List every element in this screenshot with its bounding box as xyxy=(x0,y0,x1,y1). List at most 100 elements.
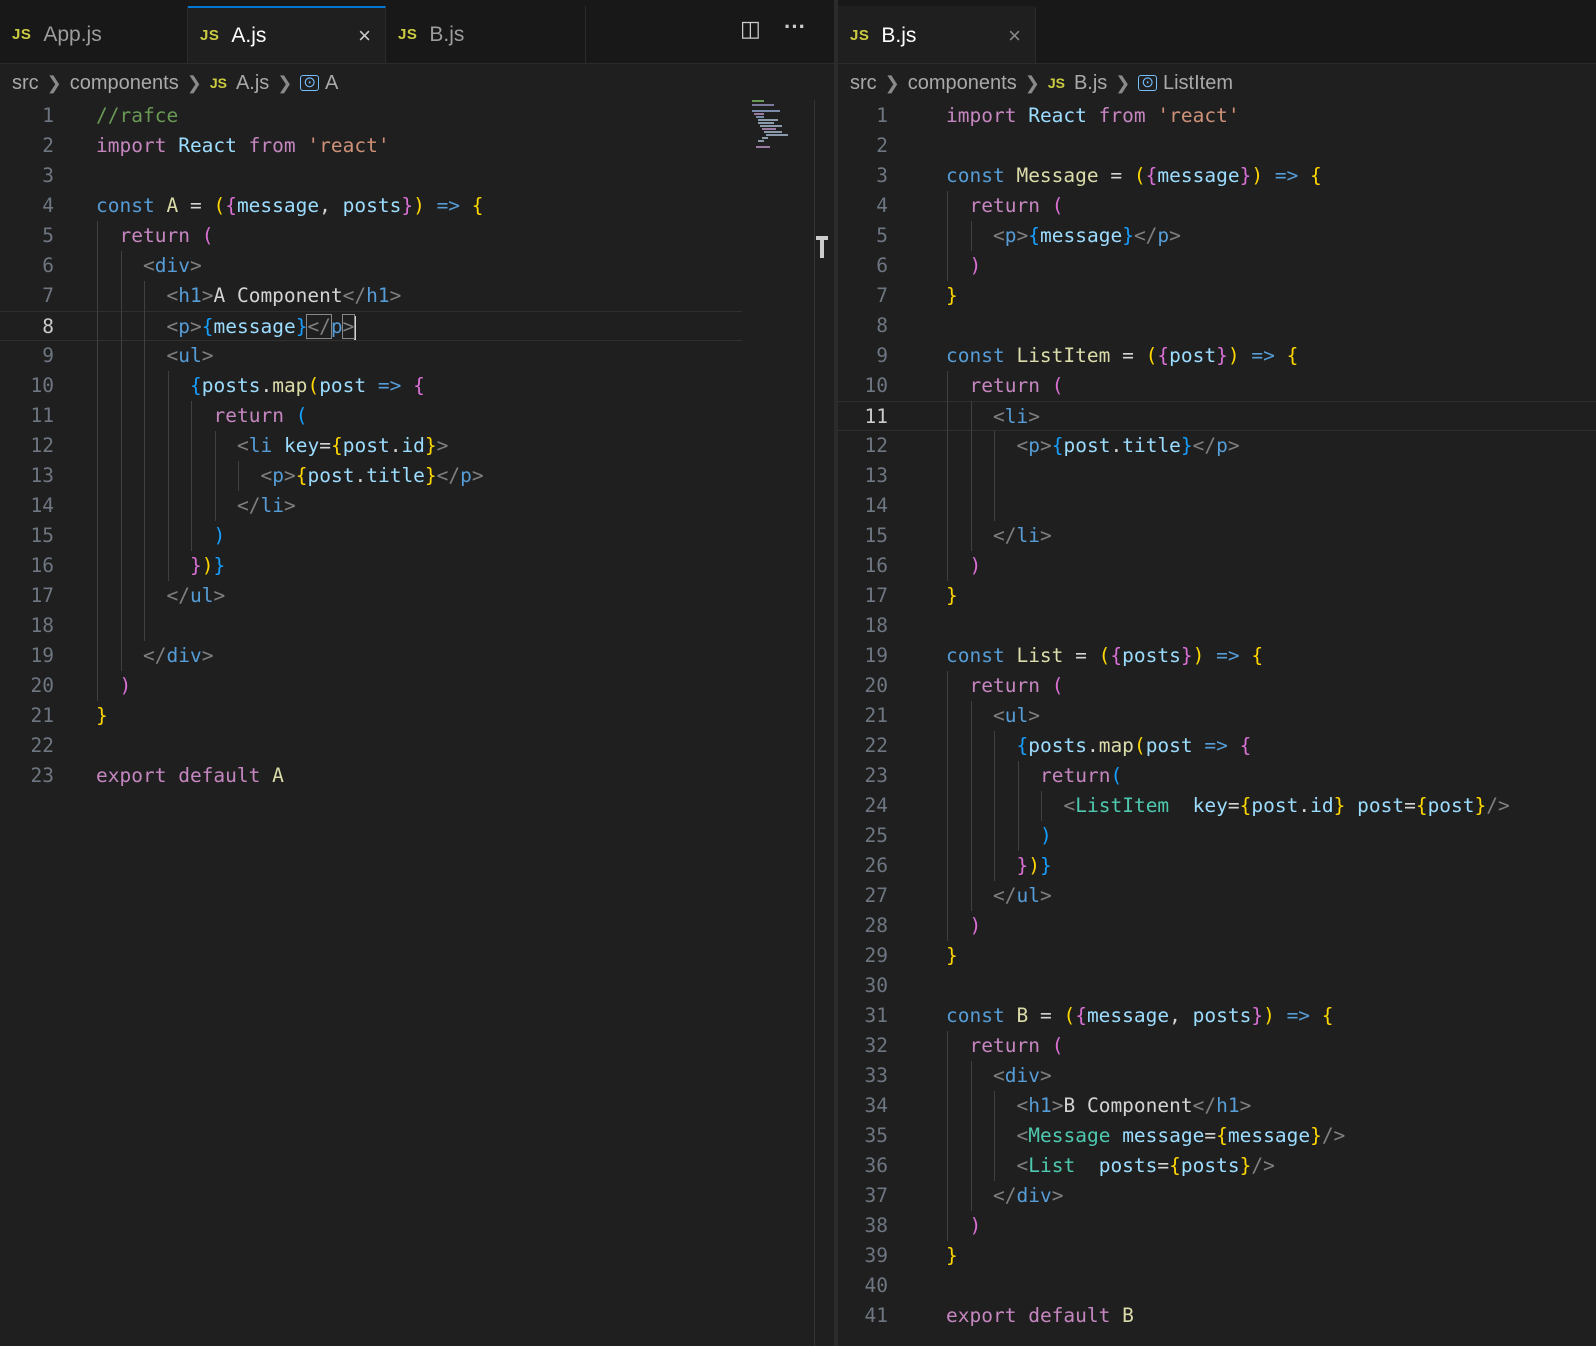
code-token: 'react' xyxy=(307,134,390,157)
code-line[interactable]: 36 <List posts={posts}/> xyxy=(838,1151,1596,1181)
code-line[interactable]: 27 </ul> xyxy=(838,881,1596,911)
code-line[interactable]: 40 xyxy=(838,1271,1596,1301)
code-line[interactable]: 33 <div> xyxy=(838,1061,1596,1091)
code-line[interactable]: 1 import React from 'react' xyxy=(838,101,1596,131)
code-line[interactable]: 14 </li> xyxy=(0,491,834,521)
code-line[interactable]: 4 const A = ({message, posts}) => { xyxy=(0,191,834,221)
code-line[interactable]: 32 return ( xyxy=(838,1031,1596,1061)
code-line[interactable]: 2 import React from 'react' xyxy=(0,131,834,161)
code-line[interactable]: 15 </li> xyxy=(838,521,1596,551)
code-line[interactable]: 41 export default B xyxy=(838,1301,1596,1331)
code-line[interactable]: 17} xyxy=(838,581,1596,611)
code-line[interactable]: 7} xyxy=(838,281,1596,311)
breadcrumb-file[interactable]: A.js xyxy=(236,72,269,95)
code-line[interactable]: 26})} xyxy=(838,851,1596,881)
line-number: 37 xyxy=(864,1184,888,1207)
code-token: li xyxy=(248,434,273,457)
code-editor-a[interactable]: 1 //rafce 2 import React from 'react' 3 4 cons… xyxy=(0,101,834,791)
code-line[interactable]: 20 return ( xyxy=(838,671,1596,701)
code-line[interactable]: 11 return ( xyxy=(0,401,834,431)
code-line[interactable]: 14 xyxy=(838,491,1596,521)
tab-a-js[interactable]: JS A.js × xyxy=(188,6,386,63)
code-line[interactable]: 12 <p>{post.title}</p> xyxy=(838,431,1596,461)
code-line[interactable]: 23 return( xyxy=(838,761,1596,791)
code-line[interactable]: 1 //rafce xyxy=(0,101,834,131)
code-line[interactable]: 25) xyxy=(838,821,1596,851)
code-line[interactable]: 34 <h1>B Component</h1> xyxy=(838,1091,1596,1121)
tab-b-js[interactable]: JS B.js × xyxy=(838,6,1036,63)
code-token: const xyxy=(946,644,1005,667)
code-line[interactable]: 3 xyxy=(0,161,834,191)
code-line[interactable]: 4 return ( xyxy=(838,191,1596,221)
code-line[interactable]: 8 <p>{message}</p> xyxy=(0,311,742,341)
code-line[interactable]: 11 <li> xyxy=(838,401,1596,431)
minimap[interactable] xyxy=(752,100,790,150)
code-token: < xyxy=(143,254,155,277)
code-line[interactable]: 38) xyxy=(838,1211,1596,1241)
code-line[interactable]: 28) xyxy=(838,911,1596,941)
code-line[interactable]: 9 const ListItem = ({post}) => { xyxy=(838,341,1596,371)
line-number: 1 xyxy=(876,104,888,127)
code-text: ) xyxy=(1040,821,1052,851)
code-line[interactable]: 23 export default A xyxy=(0,761,834,791)
scrollbar[interactable] xyxy=(814,100,815,1346)
code-line[interactable]: 18 xyxy=(0,611,834,641)
code-line[interactable]: 13 xyxy=(838,461,1596,491)
breadcrumb-symbol[interactable]: ListItem xyxy=(1163,72,1233,95)
code-editor-b[interactable]: 1 import React from 'react' 2 3 const Messag… xyxy=(838,101,1596,1331)
code-line[interactable]: 2 xyxy=(838,131,1596,161)
code-line[interactable]: 19 </div> xyxy=(0,641,834,671)
breadcrumb-file[interactable]: B.js xyxy=(1074,72,1107,95)
code-line[interactable]: 5 return ( xyxy=(0,221,834,251)
code-line[interactable]: 18 xyxy=(838,611,1596,641)
split-editor-icon[interactable]: ◫ xyxy=(740,16,761,42)
line-number: 1 xyxy=(42,104,54,127)
code-line[interactable]: 21} xyxy=(0,701,834,731)
code-line[interactable]: 39} xyxy=(838,1241,1596,1271)
more-actions-icon[interactable]: ··· xyxy=(784,14,806,40)
code-line[interactable]: 37 </div> xyxy=(838,1181,1596,1211)
breadcrumb-symbol[interactable]: A xyxy=(325,72,338,95)
code-line[interactable]: 5 <p>{message}</p> xyxy=(838,221,1596,251)
code-line[interactable]: 16})} xyxy=(0,551,834,581)
breadcrumb-folder-components[interactable]: components xyxy=(70,72,179,95)
code-line[interactable]: 24 <ListItem key={post.id} post={post}/> xyxy=(838,791,1596,821)
code-line[interactable]: 13 <p>{post.title}</p> xyxy=(0,461,834,491)
code-line[interactable]: 21 <ul> xyxy=(838,701,1596,731)
code-line[interactable]: 22 {posts.map(post => { xyxy=(838,731,1596,761)
code-line[interactable]: 8 xyxy=(838,311,1596,341)
code-token: { xyxy=(1075,1004,1087,1027)
code-line[interactable]: 9 <ul> xyxy=(0,341,834,371)
code-line[interactable]: 10 return ( xyxy=(838,371,1596,401)
code-line[interactable]: 16) xyxy=(838,551,1596,581)
line-number: 13 xyxy=(864,464,888,487)
code-line[interactable]: 6 <div> xyxy=(0,251,834,281)
code-token: ) xyxy=(1263,1004,1275,1027)
code-line[interactable]: 12 <li key={post.id}> xyxy=(0,431,834,461)
breadcrumb-folder-src[interactable]: src xyxy=(12,72,39,95)
breadcrumb-folder-src[interactable]: src xyxy=(850,72,877,95)
code-line[interactable]: 17 </ul> xyxy=(0,581,834,611)
code-line[interactable]: 29} xyxy=(838,941,1596,971)
code-line[interactable]: 31 const B = ({message, posts}) => { xyxy=(838,1001,1596,1031)
code-line[interactable]: 20) xyxy=(0,671,834,701)
code-line[interactable]: 3 const Message = ({message}) => { xyxy=(838,161,1596,191)
code-line[interactable]: 19 const List = ({posts}) => { xyxy=(838,641,1596,671)
code-line[interactable]: 6) xyxy=(838,251,1596,281)
close-icon[interactable]: × xyxy=(1008,23,1021,49)
code-line[interactable]: 22 xyxy=(0,731,834,761)
code-line[interactable]: 35 <Message message={message}/> xyxy=(838,1121,1596,1151)
code-token: > xyxy=(283,494,296,517)
code-line[interactable]: 15) xyxy=(0,521,834,551)
code-text: })} xyxy=(190,551,225,581)
close-icon[interactable]: × xyxy=(358,23,371,49)
tab-app-js[interactable]: JS App.js xyxy=(0,6,188,63)
breadcrumb-folder-components[interactable]: components xyxy=(908,72,1017,95)
code-line[interactable]: 7 <h1>A Component</h1> xyxy=(0,281,834,311)
code-line[interactable]: 10 {posts.map(post => { xyxy=(0,371,834,401)
code-line[interactable]: 30 xyxy=(838,971,1596,1001)
tab-b-js[interactable]: JS B.js xyxy=(386,6,586,63)
